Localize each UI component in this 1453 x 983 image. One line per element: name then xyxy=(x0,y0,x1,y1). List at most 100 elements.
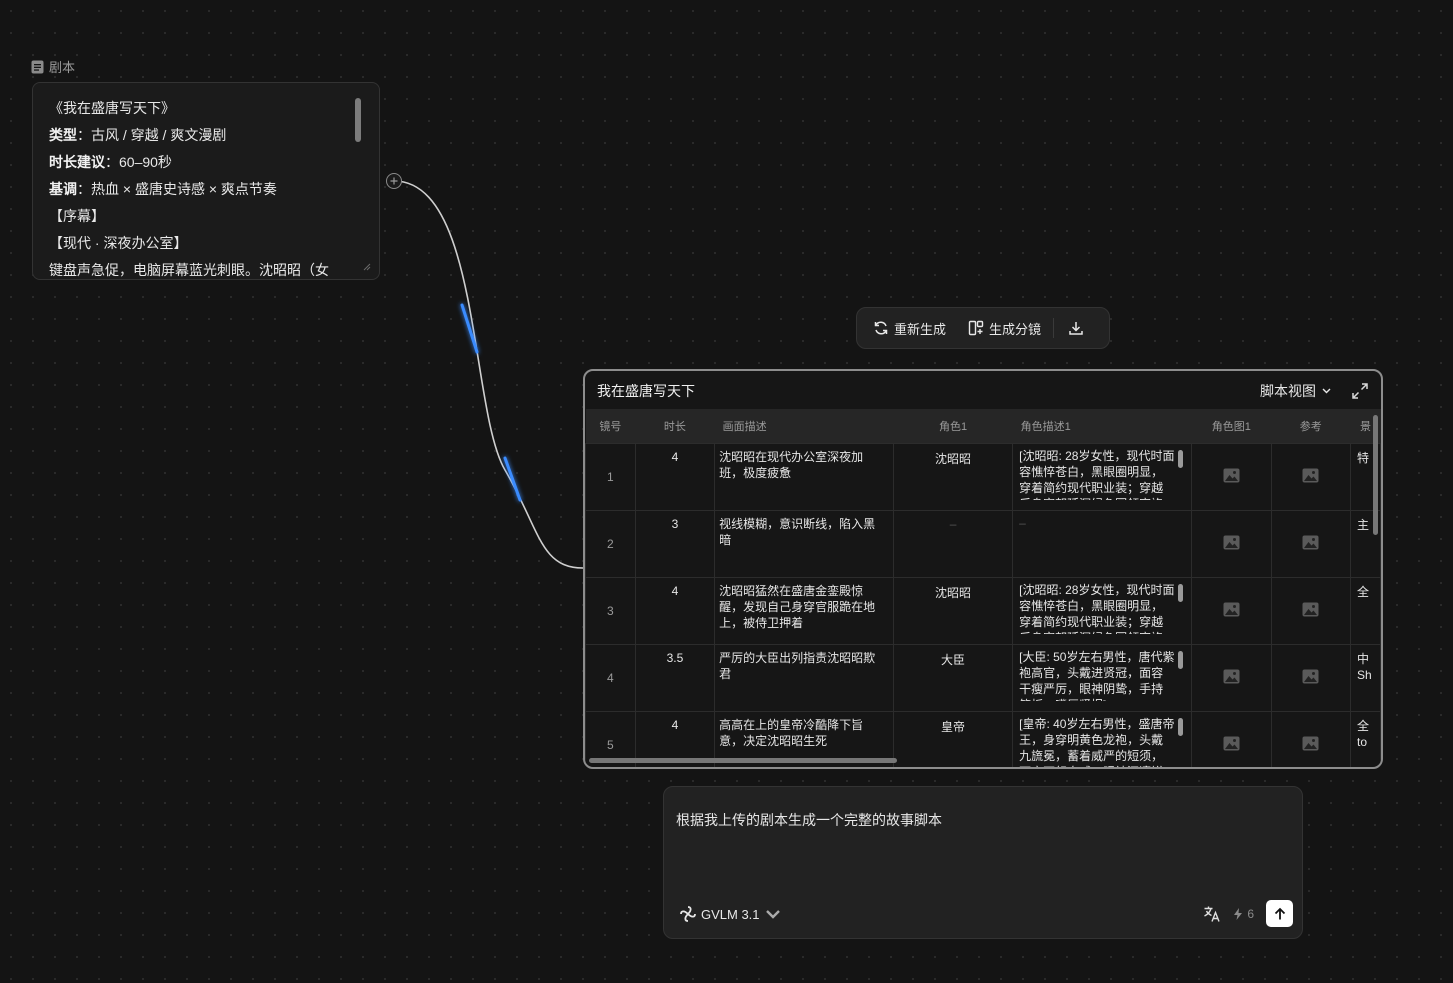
scene-description-cell[interactable]: 沈昭昭猛然在盛唐金銮殿惊醒，发现自己身穿官服跪在地上，被侍卫押着 xyxy=(714,577,894,645)
script-node-label: 剧本 xyxy=(31,57,75,76)
table-row[interactable]: 2 3 视线模糊，意识断线，陷入黑暗 – – 主 xyxy=(585,510,1381,578)
duration-cell[interactable]: 4 xyxy=(634,443,716,511)
table-row[interactable]: 1 4 沈昭昭在现代办公室深夜加班，极度疲惫 沈昭昭 [沈昭昭: 28岁女性，现代时面容… xyxy=(585,443,1381,511)
role-image-cell[interactable] xyxy=(1191,577,1272,645)
model-name: GVLM 3.1 xyxy=(701,906,760,922)
role-description-cell[interactable]: [沈昭昭: 28岁女性，现代时面容憔悴苍白，黑眼圈明显，穿着简约现代职业装；穿越… xyxy=(1012,577,1193,645)
cell-scrollbar[interactable] xyxy=(1178,450,1184,468)
reference-image-cell[interactable] xyxy=(1270,443,1352,511)
scene-description: 视线模糊，意识断线，陷入黑暗 xyxy=(719,517,876,547)
shot-number: 2 xyxy=(585,510,636,578)
column-header[interactable]: 镜号 xyxy=(585,409,636,444)
arrow-up-icon xyxy=(1274,907,1285,919)
duration-cell[interactable]: 4 xyxy=(634,577,716,645)
role-description: [大臣: 50岁左右男性，唐代紫袍高官，头戴进贤冠，面容干瘦严厉，眼神阴鸷，手持… xyxy=(1019,650,1175,701)
column-header[interactable]: 角色1 xyxy=(893,409,1013,444)
prompt-box[interactable]: 根据我上传的剧本生成一个完整的故事脚本 GVLM 3.1 6 xyxy=(663,786,1303,939)
script-scrollbar[interactable] xyxy=(355,98,361,142)
role-image-cell[interactable] xyxy=(1191,644,1272,712)
script-line: 基调：热血 × 盛唐史诗感 × 爽点节奏 xyxy=(49,176,339,203)
table-vertical-scrollbar[interactable] xyxy=(1373,415,1378,535)
duration-cell[interactable]: 3 xyxy=(634,510,716,578)
duration-cell[interactable]: 3.5 xyxy=(634,644,716,712)
role-cell[interactable]: 大臣 xyxy=(892,644,1014,712)
script-text[interactable]: 《我在盛唐写天下》 类型：古风 / 穿越 / 爽文漫剧 时长建议：60–90秒 基调：… xyxy=(33,83,379,279)
script-card[interactable]: 《我在盛唐写天下》 类型：古风 / 穿越 / 爽文漫剧 时长建议：60–90秒 基调：… xyxy=(32,82,380,280)
regenerate-button[interactable]: 重新生成 xyxy=(865,313,954,343)
script-line: 【现代 · 深夜办公室】 xyxy=(49,230,339,257)
role-description: [沈昭昭: 28岁女性，现代时面容憔悴苍白，黑眼圈明显，穿着简约现代职业装；穿越… xyxy=(1019,449,1175,500)
script-line: 【序幕】 xyxy=(49,203,339,230)
scene-description-cell[interactable]: 沈昭昭在现代办公室深夜加班，极度疲惫 xyxy=(714,443,894,511)
script-line-text: 【序幕】 xyxy=(49,208,105,224)
connector-add-icon[interactable] xyxy=(386,173,402,189)
scene-description-cell[interactable]: 视线模糊，意识断线，陷入黑暗 xyxy=(714,510,894,578)
role-image-cell[interactable] xyxy=(1191,711,1272,767)
column-header[interactable]: 时长 xyxy=(635,409,715,444)
table-row[interactable]: 4 3.5 严厉的大臣出列指责沈昭昭欺君 大臣 [大臣: 50岁左右男性，唐代紫袍高官，… xyxy=(585,644,1381,712)
shot-type: 全 xyxy=(1357,585,1370,599)
script-line-key: 时长建议 xyxy=(49,154,105,170)
shot-type-cell[interactable]: 全 to xyxy=(1350,711,1381,767)
expand-icon[interactable] xyxy=(1351,382,1369,400)
script-line-text: ：热血 × 盛唐史诗感 × 爽点节奏 xyxy=(77,181,277,197)
role-description: [沈昭昭: 28岁女性，现代时面容憔悴苍白，黑眼圈明显，穿着简约现代职业装；穿越… xyxy=(1019,583,1175,634)
resize-grip-icon[interactable] xyxy=(363,263,371,271)
script-node-title: 剧本 xyxy=(49,60,76,75)
column-header[interactable]: 画面描述 xyxy=(714,409,894,444)
cell-scrollbar[interactable] xyxy=(1178,584,1184,602)
column-header[interactable]: 参考 xyxy=(1271,409,1351,444)
generate-storyboard-button[interactable]: 生成分镜 xyxy=(960,313,1049,343)
download-icon xyxy=(1069,322,1083,335)
scene-description: 沈昭昭在现代办公室深夜加班，极度疲惫 xyxy=(719,450,864,480)
scene-description-cell[interactable]: 严厉的大臣出列指责沈昭昭欺君 xyxy=(714,644,894,712)
column-header[interactable]: 角色图1 xyxy=(1191,409,1272,444)
role-description-cell[interactable]: [皇帝: 40岁左右男性，盛唐帝王，身穿明黄色龙袍，头戴九旒冕，蓄着威严的短须，… xyxy=(1012,711,1193,767)
script-line: 类型：古风 / 穿越 / 爽文漫剧 xyxy=(49,122,339,149)
model-selector[interactable]: GVLM 3.1 xyxy=(680,906,781,922)
chevron-down-icon xyxy=(1322,388,1331,394)
role-description-cell[interactable]: [大臣: 50岁左右男性，唐代紫袍高官，头戴进贤冠，面容干瘦严厉，眼神阴鸷，手持… xyxy=(1012,644,1193,712)
image-placeholder-icon xyxy=(1302,736,1319,751)
reference-image-cell[interactable] xyxy=(1270,644,1352,712)
shot-type-cell[interactable]: 中 Sh xyxy=(1350,644,1381,712)
shot-type-cell[interactable]: 全 xyxy=(1350,577,1381,645)
image-placeholder-icon xyxy=(1223,468,1240,483)
role-description: – xyxy=(1019,516,1026,530)
role-description-cell[interactable]: – xyxy=(1012,510,1193,578)
script-table-panel[interactable]: 我在盛唐写天下 脚本视图 镜号 时长 画面描述 角色1 角色描述1 角色图1 参考景 14沈… xyxy=(583,369,1383,769)
cell-scrollbar[interactable] xyxy=(1178,651,1184,669)
reference-image-cell[interactable] xyxy=(1270,711,1352,767)
view-select[interactable]: 脚本视图 xyxy=(1260,381,1331,401)
role-image-cell[interactable] xyxy=(1191,443,1272,511)
shot-number: 3 xyxy=(585,577,636,645)
role-cell[interactable]: 沈昭昭 xyxy=(892,577,1014,645)
image-placeholder-icon xyxy=(1223,669,1240,684)
role-description: [皇帝: 40岁左右男性，盛唐帝王，身穿明黄色龙袍，头戴九旒冕，蓄着威严的短须，… xyxy=(1019,717,1175,767)
column-header[interactable]: 角色描述1 xyxy=(1012,409,1192,444)
image-placeholder-icon xyxy=(1223,535,1240,550)
role-cell[interactable]: – xyxy=(892,510,1014,578)
credits-count: 6 xyxy=(1247,906,1254,921)
table-row[interactable]: 3 4 沈昭昭猛然在盛唐金銮殿惊醒，发现自己身穿官服跪在地上，被侍卫押着 沈昭昭 [沈昭… xyxy=(585,577,1381,645)
reference-image-cell[interactable] xyxy=(1270,577,1352,645)
script-line-text: ：古风 / 穿越 / 爽文漫剧 xyxy=(77,127,227,143)
script-line-text: ：60–90秒 xyxy=(105,154,172,170)
role-cell[interactable]: 沈昭昭 xyxy=(892,443,1014,511)
reference-image-cell[interactable] xyxy=(1270,510,1352,578)
storyboard-label: 生成分镜 xyxy=(989,321,1042,337)
model-logo-icon xyxy=(680,906,696,922)
script-line-text: 【现代 · 深夜办公室】 xyxy=(49,235,188,251)
script-line-key: 基调 xyxy=(49,181,77,197)
role-cell[interactable]: 皇帝 xyxy=(892,711,1014,767)
role-description-cell[interactable]: [沈昭昭: 28岁女性，现代时面容憔悴苍白，黑眼圈明显，穿着简约现代职业装；穿越… xyxy=(1012,443,1193,511)
download-button[interactable] xyxy=(1060,313,1092,343)
table-horizontal-scrollbar[interactable] xyxy=(589,758,897,763)
image-placeholder-icon xyxy=(1302,535,1319,550)
send-button[interactable] xyxy=(1266,900,1293,927)
role-image-cell[interactable] xyxy=(1191,510,1272,578)
cell-scrollbar[interactable] xyxy=(1178,718,1184,736)
prompt-input[interactable]: 根据我上传的剧本生成一个完整的故事脚本 xyxy=(676,810,942,830)
translate-icon[interactable] xyxy=(1203,905,1221,923)
table-scroll-area[interactable]: 镜号 时长 画面描述 角色1 角色描述1 角色图1 参考景 1 4 沈昭昭在现代办公室深夜加班，… xyxy=(585,409,1381,767)
